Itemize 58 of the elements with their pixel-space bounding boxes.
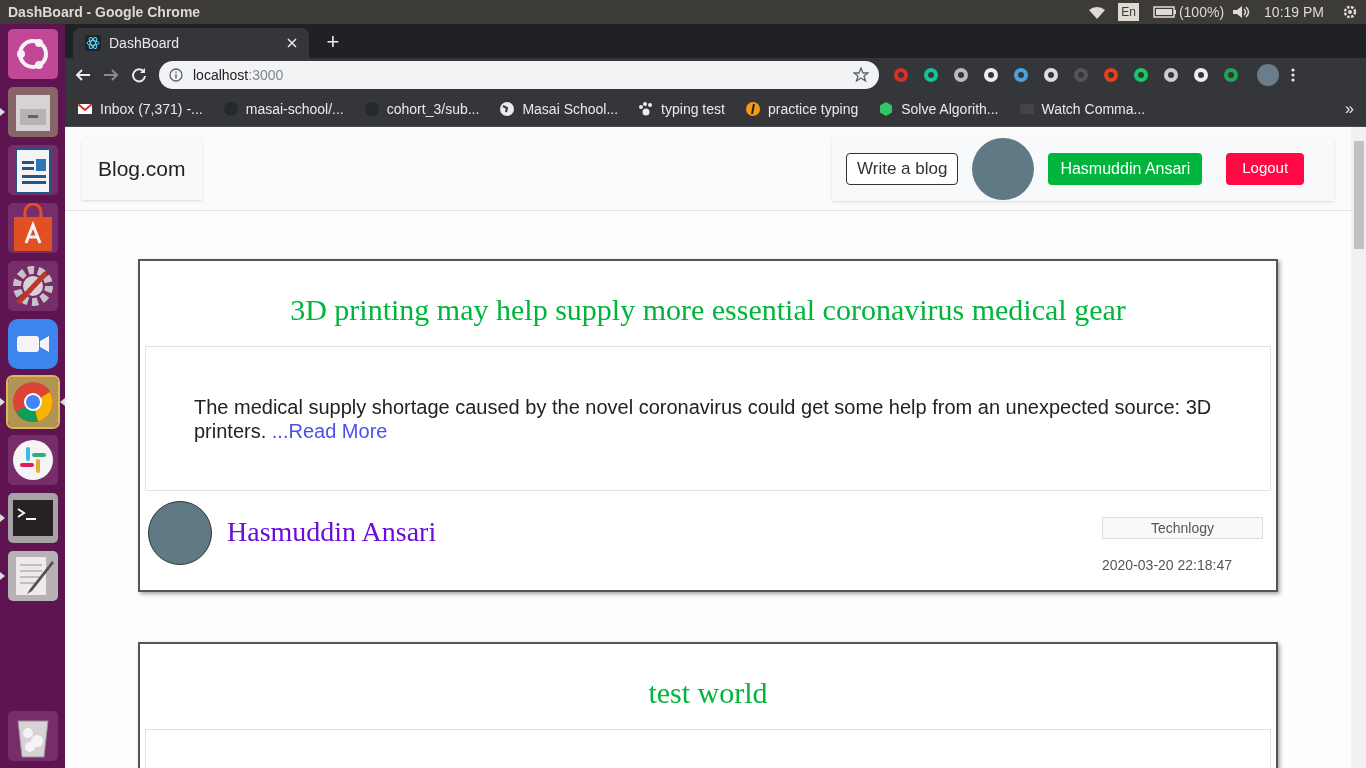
italic-letter-icon [744, 101, 761, 117]
file-cabinet-icon[interactable] [7, 87, 58, 137]
read-more-link[interactable]: ...Read More [271, 420, 388, 442]
browser-tab[interactable]: DashBoard [73, 28, 309, 58]
circle-icon[interactable] [1043, 67, 1059, 83]
close-icon[interactable] [287, 38, 297, 48]
ubuntu-logo-icon[interactable] [7, 29, 58, 79]
battery-level[interactable]: (100%) [1178, 1, 1225, 23]
bookmark[interactable]: Watch Comma... [1018, 98, 1146, 120]
profile-avatar[interactable] [1257, 64, 1279, 86]
mail-icon [77, 101, 93, 117]
scrollbar[interactable] [1351, 127, 1366, 768]
chrome-logo-icon[interactable] [7, 377, 58, 427]
tab-title: DashBoard [109, 33, 181, 53]
bookmark[interactable]: masai-school/... [222, 98, 344, 120]
keyboard-layout-indicator[interactable]: En [1118, 3, 1139, 21]
bookmark[interactable]: Solve Algorith... [878, 98, 999, 120]
bookmarks-overflow-button[interactable]: » [1345, 97, 1354, 121]
post-date: 2020-03-20 22:18:47 [1102, 556, 1232, 575]
paw-icon [638, 101, 655, 117]
url-text: localhost:3000 [193, 65, 285, 85]
ring-icon[interactable] [1133, 67, 1149, 83]
gear-wrench-icon[interactable] [7, 261, 58, 311]
menu-icon[interactable] [1291, 67, 1295, 83]
settings-icon[interactable] [1342, 4, 1358, 20]
bookmark[interactable]: Inbox (7,371) -... [77, 98, 203, 120]
record-icon[interactable] [893, 67, 909, 83]
logout-button[interactable]: Logout [1226, 152, 1305, 185]
volume-icon[interactable] [1232, 5, 1251, 19]
back-arrow-icon[interactable] [75, 67, 91, 83]
video-camera-icon[interactable] [7, 319, 58, 369]
category-tag: Technlogy [1102, 517, 1263, 539]
new-tab-button[interactable]: + [319, 28, 347, 56]
trash-can-icon[interactable] [7, 711, 58, 761]
star-icon[interactable] [853, 67, 869, 83]
shopping-bag-icon[interactable] [7, 203, 58, 253]
clock[interactable]: 10:19 PM [1264, 1, 1324, 23]
reload-icon[interactable] [131, 67, 147, 83]
atom-icon [85, 35, 101, 51]
hexagon-icon [878, 101, 895, 117]
post-excerpt: The medical supply shortage caused by the novel coronavirus could get some help from an unexpected source: 3D printers. ...Read More [194, 395, 1213, 443]
write-blog-button[interactable]: Write a blog [846, 152, 959, 185]
battery-icon[interactable] [1152, 6, 1177, 18]
address-bar[interactable]: localhost:3000 [159, 61, 879, 89]
bookmark[interactable]: practice typing [744, 98, 859, 120]
bookmark[interactable]: Masai School... [499, 98, 619, 120]
author-name[interactable]: Hasmuddin Ansari [227, 511, 437, 553]
window-title: DashBoard - Google Chrome [8, 2, 201, 22]
bookmark[interactable]: cohort_3/sub... [363, 98, 480, 120]
terminal-icon[interactable] [7, 493, 58, 543]
bookmark[interactable]: typing test [638, 98, 725, 120]
slack-logo-icon[interactable] [7, 435, 58, 485]
wifi-icon[interactable] [1088, 5, 1107, 19]
forward-arrow-icon[interactable] [103, 67, 119, 83]
circle-logo-icon[interactable] [923, 67, 939, 83]
info-icon [169, 68, 183, 82]
notepad-pencil-icon[interactable] [7, 551, 58, 601]
site-brand[interactable]: Blog.com [82, 137, 202, 200]
